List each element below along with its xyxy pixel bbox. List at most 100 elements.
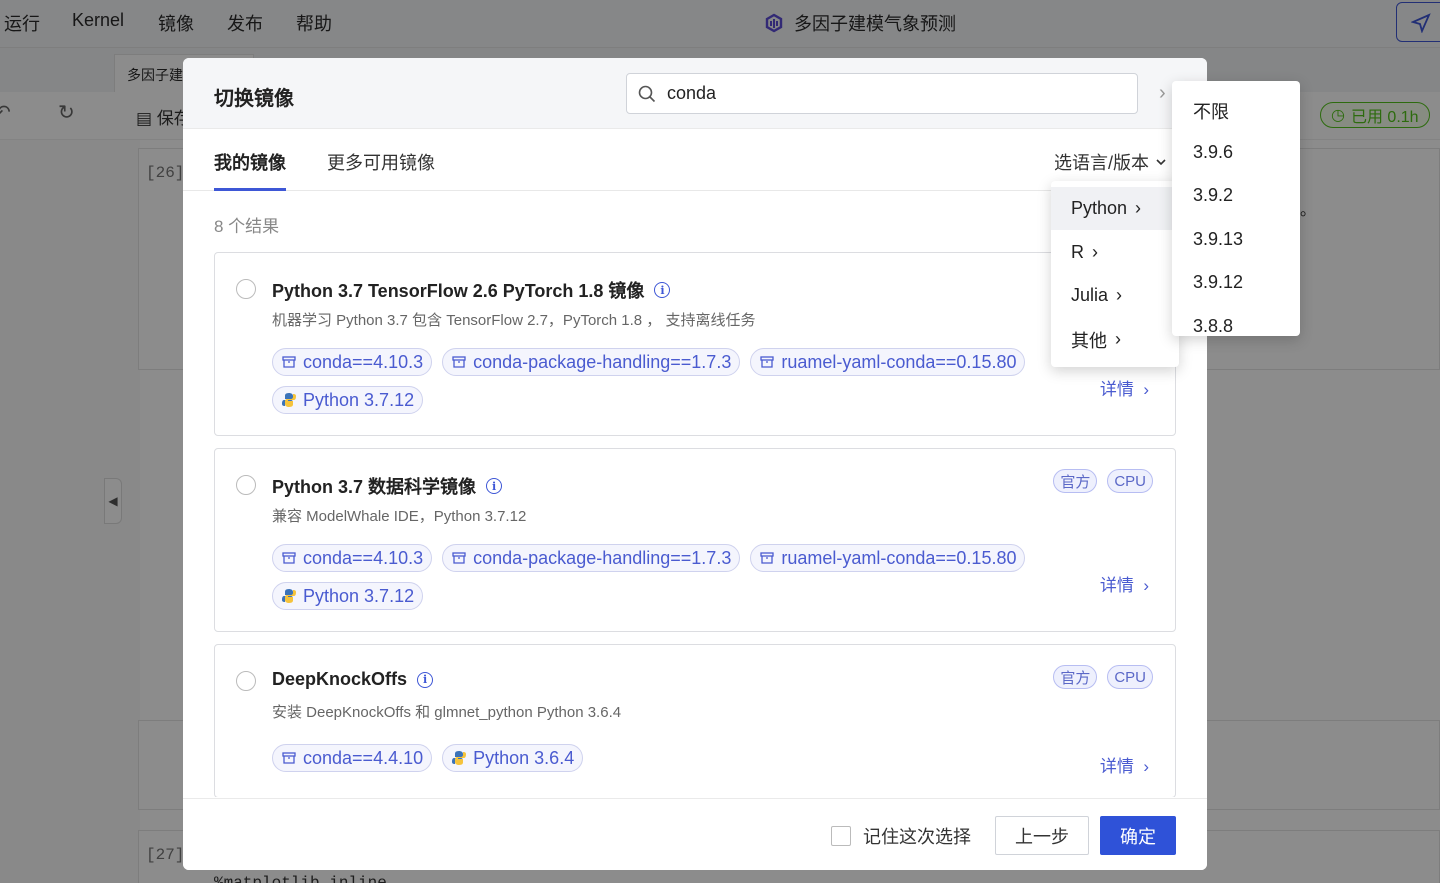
package-tags: conda==4.4.10 Python 3.6.4: [272, 744, 1072, 772]
tab-my-images[interactable]: 我的镜像: [214, 149, 286, 175]
detail-link[interactable]: 详情 ›: [1100, 571, 1149, 596]
tag-text: conda-package-handling==1.7.3: [473, 351, 732, 372]
python-version-tag: Python 3.7.12: [272, 386, 424, 414]
tag-text: ruamel-yaml-conda==0.15.80: [781, 351, 1017, 372]
python-icon: [282, 589, 296, 603]
card-badges: 官方 CPU: [1053, 665, 1153, 689]
modal-footer: 记住这次选择 上一步 确定: [183, 798, 1207, 870]
search-input[interactable]: [667, 74, 1127, 113]
language-item-r[interactable]: R ›: [1051, 231, 1179, 274]
select-radio[interactable]: [236, 671, 256, 691]
chevron-right-icon: ›: [1116, 285, 1123, 305]
remember-choice[interactable]: 记住这次选择: [831, 823, 971, 849]
python-icon: [452, 751, 467, 765]
card-description: 机器学习 Python 3.7 包含 TensorFlow 2.7，PyTorc…: [272, 312, 756, 329]
package-tag: conda==4.4.10: [272, 744, 433, 772]
remember-label: 记住这次选择: [863, 827, 971, 847]
package-tag: ruamel-yaml-conda==0.15.80: [750, 348, 1026, 376]
version-menu: 不限 3.9.6 3.9.2 3.9.13 3.9.12 3.8.8: [1172, 81, 1300, 336]
version-item[interactable]: 3.9.2: [1193, 185, 1233, 206]
chevron-right-icon: ›: [1135, 198, 1142, 218]
python-icon: [282, 393, 296, 407]
chevron-right-icon: ›: [1092, 242, 1098, 262]
detail-label: 详情: [1099, 576, 1134, 595]
chevron-down-icon: [1156, 159, 1166, 166]
official-badge: 官方: [1053, 665, 1098, 689]
image-card[interactable]: DeepKnockOffs i 官方 CPU 安装 DeepKnockOffs …: [214, 644, 1176, 797]
confirm-button[interactable]: 确定: [1100, 816, 1176, 855]
tab-more-images[interactable]: 更多可用镜像: [327, 149, 435, 175]
tag-text: Python 3.6.4: [473, 747, 575, 768]
card-title-text: Python 3.7 数据科学镜像: [272, 477, 477, 497]
official-badge: 官方: [1053, 469, 1098, 493]
image-card[interactable]: Python 3.7 数据科学镜像 i 官方 CPU 兼容 ModelWhale…: [214, 448, 1176, 632]
version-item[interactable]: 3.9.6: [1193, 142, 1233, 163]
detail-label: 详情: [1099, 380, 1134, 399]
previous-step-button[interactable]: 上一步: [995, 816, 1089, 855]
detail-label: 详情: [1099, 757, 1134, 776]
package-tag: conda-package-handling==1.7.3: [442, 544, 741, 572]
version-item[interactable]: 3.9.12: [1193, 272, 1243, 293]
tag-text: conda==4.4.10: [303, 747, 424, 768]
detail-link[interactable]: 详情 ›: [1100, 752, 1149, 777]
python-version-tag: Python 3.7.12: [272, 582, 424, 610]
cpu-badge: CPU: [1107, 469, 1153, 493]
version-item[interactable]: 不限: [1193, 98, 1229, 124]
package-icon: [452, 552, 466, 564]
language-item-other[interactable]: 其他 ›: [1051, 318, 1179, 361]
package-icon: [452, 356, 466, 368]
card-title-text: DeepKnockOffs: [272, 669, 408, 689]
package-tag: conda==4.10.3: [272, 348, 433, 376]
package-tag: conda-package-handling==1.7.3: [442, 348, 741, 376]
language-menu: Python › R › Julia › 其他 ›: [1051, 181, 1179, 367]
package-icon: [282, 552, 296, 564]
language-label: Julia: [1071, 285, 1109, 305]
results-count: 8 个结果: [214, 217, 280, 236]
package-tag: ruamel-yaml-conda==0.15.80: [750, 544, 1026, 572]
package-icon: [282, 356, 296, 368]
language-item-julia[interactable]: Julia ›: [1051, 274, 1179, 317]
version-item[interactable]: 3.8.8: [1193, 316, 1233, 336]
remember-checkbox[interactable]: [831, 826, 851, 846]
active-tab-indicator: [214, 188, 286, 191]
version-item[interactable]: 3.9.13: [1193, 229, 1243, 250]
language-item-python[interactable]: Python ›: [1051, 187, 1179, 230]
close-icon[interactable]: ›: [1159, 82, 1166, 105]
language-version-filter[interactable]: 选语言/版本: [1054, 149, 1167, 175]
info-icon[interactable]: i: [417, 671, 434, 688]
package-icon: [282, 752, 296, 764]
info-icon[interactable]: i: [654, 282, 671, 298]
tag-text: conda-package-handling==1.7.3: [473, 547, 732, 568]
card-description: 安装 DeepKnockOffs 和 glmnet_python Python …: [272, 704, 622, 721]
search-icon: [638, 85, 656, 103]
tag-text: conda==4.10.3: [303, 547, 424, 568]
package-tag: conda==4.10.3: [272, 544, 433, 572]
tag-text: Python 3.7.12: [303, 585, 415, 606]
package-tags: conda==4.10.3 conda-package-handling==1.…: [272, 348, 1072, 414]
select-radio[interactable]: [236, 279, 256, 299]
image-card[interactable]: Python 3.7 TensorFlow 2.6 PyTorch 1.8 镜像…: [214, 252, 1176, 436]
package-tags: conda==4.10.3 conda-package-handling==1.…: [272, 544, 1072, 610]
language-label: Python: [1071, 198, 1128, 218]
card-description: 兼容 ModelWhale IDE，Python 3.7.12: [272, 508, 527, 525]
search-box[interactable]: [626, 73, 1138, 114]
card-badges: 官方 CPU: [1053, 469, 1153, 493]
filter-label: 选语言/版本: [1054, 153, 1150, 173]
switch-image-modal: 切换镜像 › 我的镜像 更多可用镜像 选语言/版本 8 个结果 Python 3…: [183, 58, 1207, 870]
detail-link[interactable]: 详情 ›: [1100, 375, 1149, 400]
card-title: DeepKnockOffs i: [272, 669, 434, 690]
chevron-right-icon: ›: [1115, 329, 1121, 349]
modal-title: 切换镜像: [214, 88, 294, 110]
image-list: Python 3.7 TensorFlow 2.6 PyTorch 1.8 镜像…: [214, 252, 1176, 797]
tag-text: conda==4.10.3: [303, 351, 424, 372]
python-version-tag: Python 3.6.4: [442, 744, 584, 772]
select-radio[interactable]: [236, 475, 256, 495]
info-icon[interactable]: i: [486, 478, 503, 494]
package-icon: [760, 356, 774, 368]
language-label: 其他: [1071, 330, 1107, 351]
card-title-text: Python 3.7 TensorFlow 2.6 PyTorch 1.8 镜像: [272, 281, 645, 301]
cpu-badge: CPU: [1107, 665, 1153, 689]
language-label: R: [1071, 242, 1084, 262]
card-title: Python 3.7 TensorFlow 2.6 PyTorch 1.8 镜像…: [272, 277, 671, 303]
tag-text: Python 3.7.12: [303, 389, 415, 410]
